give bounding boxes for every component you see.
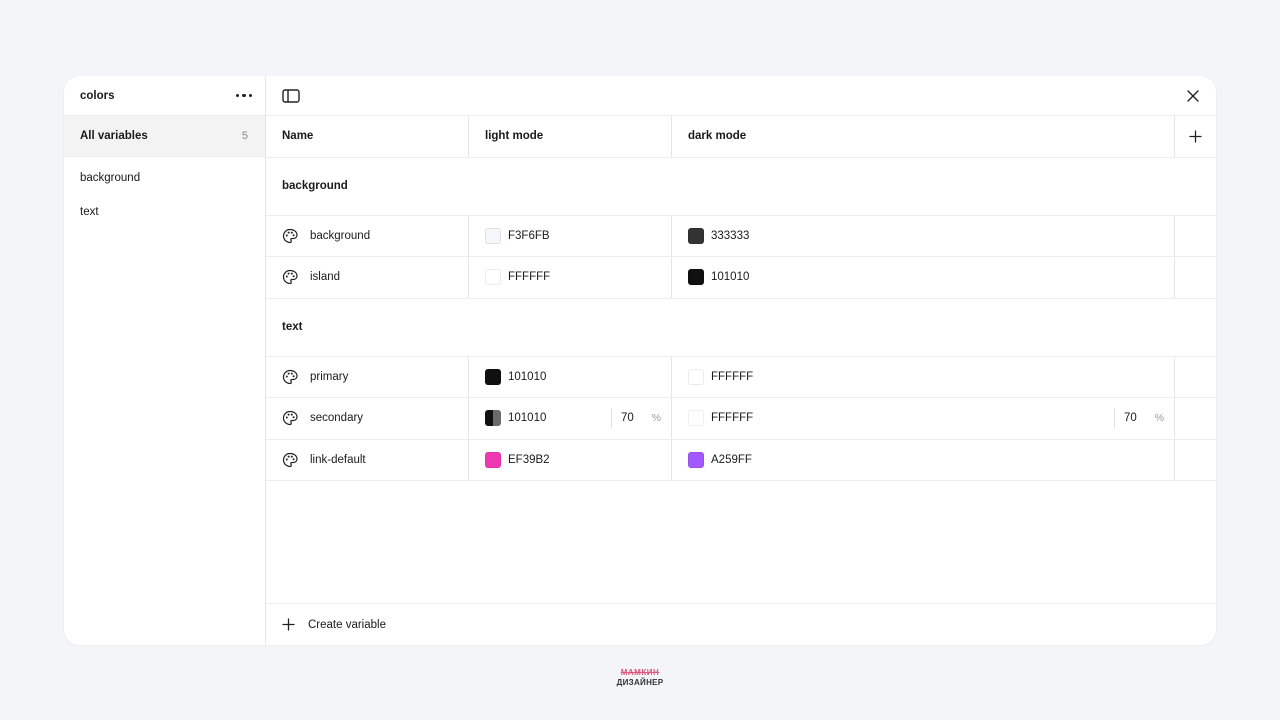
sidebar-item-text[interactable]: text — [64, 204, 265, 238]
dark-value-cell[interactable]: 101010 — [672, 257, 1175, 298]
column-header-light-mode[interactable]: light mode — [469, 116, 672, 157]
empty-cell — [1175, 357, 1216, 398]
color-swatch[interactable] — [688, 368, 704, 385]
color-swatch[interactable] — [688, 410, 704, 427]
add-mode-button[interactable] — [1175, 116, 1216, 157]
table-header-row: Name light mode dark mode — [266, 116, 1216, 158]
variable-name: link-default — [310, 453, 366, 466]
empty-cell — [1175, 216, 1216, 257]
table-row[interactable]: primary 101010 FFFFFF — [266, 356, 1216, 398]
column-header-name: Name — [266, 116, 469, 157]
sidebar-header: colors — [64, 76, 265, 116]
palette-icon — [282, 452, 298, 467]
light-value-cell[interactable]: F3F6FB — [469, 215, 672, 256]
group-title-text: text — [266, 299, 1216, 357]
dark-value-cell[interactable]: FFFFFF — [672, 356, 1175, 397]
palette-icon — [282, 369, 298, 384]
variable-name-cell[interactable]: link-default — [266, 439, 469, 480]
hex-value: F3F6FB — [508, 229, 550, 242]
percent-unit: % — [1154, 412, 1165, 425]
palette-icon — [282, 411, 298, 426]
variables-table: Name light mode dark mode background bac… — [266, 76, 1216, 645]
color-swatch[interactable] — [485, 368, 501, 385]
hex-value: 333333 — [711, 229, 750, 242]
hex-value: FFFFFF — [711, 412, 754, 425]
empty-cell — [1175, 257, 1216, 298]
sidebar-groups: background text — [64, 157, 265, 238]
variable-name-cell[interactable]: island — [266, 257, 469, 298]
color-swatch[interactable] — [485, 451, 501, 468]
plus-icon — [282, 618, 295, 631]
light-value-cell[interactable]: 101010 70 % — [469, 398, 672, 439]
color-swatch[interactable] — [688, 269, 704, 286]
sidebar: colors All variables 5 background text — [64, 76, 266, 645]
percent-unit: % — [651, 412, 662, 425]
dark-value-cell[interactable]: A259FF — [672, 439, 1175, 480]
sidebar-toggle-icon[interactable] — [282, 87, 300, 105]
opacity-value: 70 — [621, 412, 634, 425]
variable-name-cell[interactable]: background — [266, 215, 469, 256]
variable-name: island — [310, 271, 341, 284]
hex-value: A259FF — [711, 453, 752, 466]
plus-icon — [1189, 130, 1202, 143]
dark-value-cell[interactable]: FFFFFF 70 % — [672, 398, 1175, 439]
table-row[interactable]: island FFFFFF 101010 — [266, 257, 1216, 299]
hex-value: EF39B2 — [508, 453, 550, 466]
sidebar-item-all-variables[interactable]: All variables 5 — [64, 116, 265, 157]
sidebar-item-label: All variables — [80, 130, 148, 142]
empty-cell — [1175, 440, 1216, 481]
group-title-background: background — [266, 158, 1216, 216]
watermark-line-2: ДИЗАЙНЕР — [616, 678, 664, 687]
empty-cell — [1175, 398, 1216, 439]
light-value-cell[interactable]: FFFFFF — [469, 257, 672, 298]
dark-value-cell[interactable]: 333333 — [672, 215, 1175, 256]
toolbar — [266, 76, 1216, 116]
palette-icon — [282, 270, 298, 285]
hex-value: FFFFFF — [508, 271, 551, 284]
variables-count: 5 — [241, 130, 248, 142]
hex-value: 101010 — [508, 370, 547, 383]
variable-name: background — [310, 229, 371, 242]
more-horizontal-icon[interactable] — [232, 90, 257, 102]
watermark-line-1: МАМКИН — [620, 668, 660, 677]
opacity-field[interactable]: 70 % — [1114, 408, 1164, 429]
variable-name-cell[interactable]: secondary — [266, 398, 469, 439]
light-value-cell[interactable]: 101010 — [469, 356, 672, 397]
table-row[interactable]: secondary 101010 70 % FFFFFF 70 % — [266, 398, 1216, 440]
variable-name: secondary — [310, 412, 364, 425]
color-swatch[interactable] — [485, 227, 501, 244]
column-header-dark-mode[interactable]: dark mode — [672, 116, 1175, 157]
collection-title: colors — [80, 89, 115, 102]
sidebar-item-background[interactable]: background — [64, 170, 265, 204]
color-swatch[interactable] — [485, 410, 501, 427]
variable-name-cell[interactable]: primary — [266, 356, 469, 397]
create-variable-button[interactable]: Create variable — [266, 603, 1216, 645]
close-icon[interactable] — [1184, 87, 1202, 105]
color-swatch[interactable] — [485, 269, 501, 286]
variable-name: primary — [310, 370, 349, 383]
create-variable-label: Create variable — [308, 618, 386, 631]
hex-value: FFFFFF — [711, 370, 754, 383]
watermark-logo: МАМКИН ДИЗАЙНЕР — [612, 668, 668, 687]
hex-value: 101010 — [711, 271, 750, 284]
table-row[interactable]: link-default EF39B2 A259FF — [266, 439, 1216, 481]
hex-value: 101010 — [508, 412, 547, 425]
variables-panel: colors All variables 5 background text N… — [64, 76, 1216, 645]
palette-icon — [282, 228, 298, 243]
opacity-field[interactable]: 70 % — [611, 408, 661, 429]
color-swatch[interactable] — [688, 227, 704, 244]
light-value-cell[interactable]: EF39B2 — [469, 439, 672, 480]
opacity-value: 70 — [1124, 412, 1137, 425]
color-swatch[interactable] — [688, 451, 704, 468]
table-row[interactable]: background F3F6FB 333333 — [266, 215, 1216, 257]
